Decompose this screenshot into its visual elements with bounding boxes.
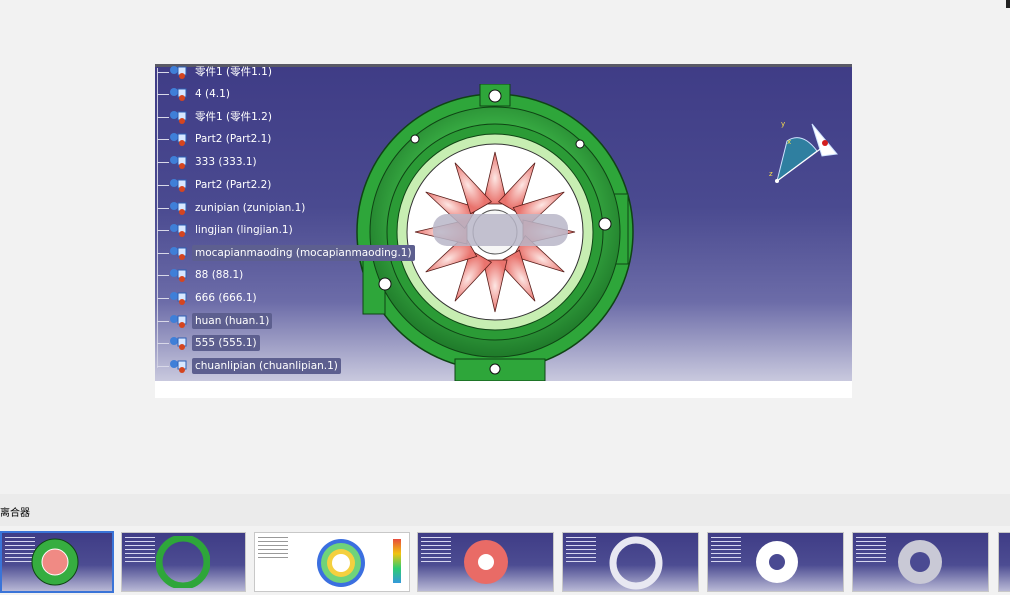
tree-item[interactable]: chuanlipian (chuanlipian.1) — [155, 356, 341, 376]
part-icon — [170, 202, 187, 215]
part-icon — [170, 133, 187, 146]
tree-item-label[interactable]: 333 (333.1) — [192, 154, 260, 170]
thumbnail-tree — [258, 537, 298, 561]
tree-branch — [157, 297, 169, 299]
thumbnail-hub — [756, 541, 798, 583]
tree-item-label[interactable]: chuanlipian (chuanlipian.1) — [192, 358, 341, 374]
thumbnail[interactable] — [998, 532, 1010, 592]
gallery-title-bar: 离合器 — [0, 494, 1010, 526]
clutch-model[interactable] — [355, 84, 640, 381]
thumbnail-tree — [856, 537, 896, 565]
thumbnail-stress-map — [317, 539, 365, 587]
tree-item-label[interactable]: huan (huan.1) — [192, 313, 273, 329]
thumbnail[interactable] — [417, 532, 554, 592]
tree-branch — [157, 320, 169, 322]
tree-branch — [157, 93, 169, 95]
thumbnail[interactable] — [121, 532, 246, 592]
tree-item[interactable]: huan (huan.1) — [155, 311, 273, 331]
tree-item-label[interactable]: zunipian (zunipian.1) — [192, 200, 308, 216]
compass-handle[interactable] — [822, 140, 828, 146]
thumbnail-white-ring — [609, 536, 663, 590]
part-icon — [170, 337, 187, 350]
part-icon — [170, 111, 187, 124]
thumbnail-ring — [156, 536, 210, 588]
tree-branch — [157, 229, 169, 231]
part-icon — [170, 156, 187, 169]
tree-item-label[interactable]: Part2 (Part2.2) — [192, 177, 274, 193]
compass-icon[interactable]: y x z — [767, 116, 847, 191]
3d-viewport[interactable]: 零件1 (零件1.1) 4 (4.1) 零件1 (零件1.2) Part2 (P… — [155, 64, 852, 381]
tree-item-label[interactable]: 666 (666.1) — [192, 290, 260, 306]
thumbnail-clutch — [31, 538, 79, 586]
thumbnail-tree — [421, 537, 461, 565]
tree-branch — [157, 161, 169, 163]
tree-branch — [157, 207, 169, 209]
part-icon — [170, 179, 187, 192]
thumbnail-tree — [711, 537, 751, 565]
thumbnail[interactable] — [562, 532, 699, 592]
part-icon — [170, 292, 187, 305]
compass-y-label: y — [781, 120, 785, 128]
part-icon — [170, 360, 187, 373]
tree-item[interactable]: Part2 (Part2.1) — [155, 129, 274, 149]
tree-item-label[interactable]: lingjian (lingjian.1) — [192, 222, 296, 238]
compass-z-label: z — [769, 170, 773, 178]
gallery-title: 离合器 — [0, 508, 30, 519]
thumbnail-tree — [566, 537, 606, 565]
tree-item[interactable]: zunipian (zunipian.1) — [155, 198, 308, 218]
tree-item[interactable]: 零件1 (零件1.2) — [155, 107, 275, 127]
tree-branch — [157, 184, 169, 186]
tree-item[interactable]: 333 (333.1) — [155, 152, 260, 172]
tree-item-label[interactable]: 4 (4.1) — [192, 86, 233, 102]
tree-branch — [157, 252, 169, 254]
tree-branch — [157, 116, 169, 118]
compass-plane — [776, 137, 818, 183]
thumbnail[interactable] — [254, 532, 410, 592]
compass-origin — [775, 179, 779, 183]
tree-item[interactable]: mocapianmaoding (mocapianmaoding.1) — [155, 243, 415, 263]
model-viewer[interactable]: 零件1 (零件1.1) 4 (4.1) 零件1 (零件1.2) Part2 (P… — [155, 64, 852, 398]
tree-branch — [157, 342, 169, 344]
corner-mark — [1006, 0, 1010, 8]
thumbnail[interactable] — [852, 532, 989, 592]
part-icon — [170, 247, 187, 260]
blur-patch — [433, 214, 568, 246]
tree-item-label[interactable]: 零件1 (零件1.2) — [192, 109, 275, 125]
tree-item[interactable]: 4 (4.1) — [155, 84, 233, 104]
tree-item[interactable]: lingjian (lingjian.1) — [155, 220, 296, 240]
thumbnail-background — [999, 533, 1010, 591]
tree-item[interactable]: 666 (666.1) — [155, 288, 260, 308]
tree-item[interactable]: Part2 (Part2.2) — [155, 175, 274, 195]
tree-item[interactable]: 零件1 (零件1.1) — [155, 64, 275, 82]
part-icon — [170, 269, 187, 282]
part-icon — [170, 224, 187, 237]
compass-x-label: x — [787, 138, 791, 146]
tree-item-label[interactable]: 555 (555.1) — [192, 335, 260, 351]
thumbnail-red-disc — [464, 540, 508, 584]
thumbnail[interactable] — [0, 531, 114, 593]
thumbnail-legend — [393, 539, 401, 583]
part-icon — [170, 315, 187, 328]
tree-item[interactable]: 88 (88.1) — [155, 265, 246, 285]
tree-item-label[interactable]: 88 (88.1) — [192, 267, 246, 283]
tree-branch — [157, 71, 169, 73]
tree-branch — [157, 274, 169, 276]
thumbnail-flange — [898, 540, 942, 584]
tree-item-label[interactable]: mocapianmaoding (mocapianmaoding.1) — [192, 245, 415, 261]
thumbnail[interactable] — [707, 532, 844, 592]
tree-branch — [157, 138, 169, 140]
thumbnail-strip[interactable] — [0, 526, 1010, 595]
tree-item-label[interactable]: Part2 (Part2.1) — [192, 131, 274, 147]
part-icon — [170, 66, 187, 79]
tree-branch — [157, 365, 169, 367]
part-icon — [170, 88, 187, 101]
tree-item-label[interactable]: 零件1 (零件1.1) — [192, 64, 275, 80]
tree-item[interactable]: 555 (555.1) — [155, 333, 260, 353]
